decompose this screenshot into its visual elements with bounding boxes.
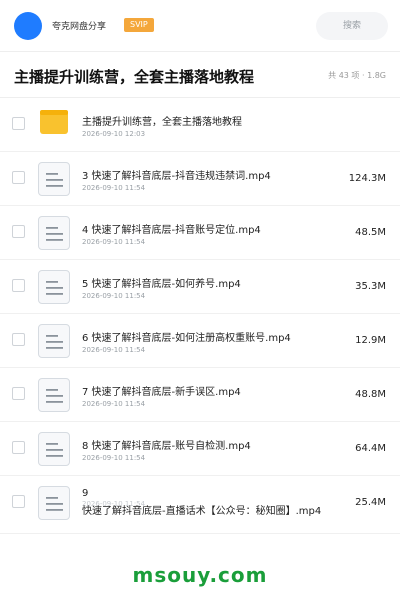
file-date: 2026-09-10 11:54 <box>82 184 146 192</box>
file-date: 2026-09-10 11:54 <box>82 454 146 462</box>
row-checkbox[interactable] <box>12 279 25 292</box>
file-name: 6 快速了解抖音底层-如何注册高权重账号.mp4 <box>82 333 291 344</box>
file-date: 2026-09-10 11:54 <box>82 400 146 408</box>
row-checkbox[interactable] <box>12 171 25 184</box>
avatar[interactable] <box>14 12 42 40</box>
list-item[interactable]: 6 快速了解抖音底层-如何注册高权重账号.mp4 2026-09-10 11:5… <box>0 314 400 368</box>
file-icon <box>38 378 70 412</box>
list-item-folder[interactable]: 主播提升训练营，全套主播落地教程 2026-09-10 12:03 <box>0 98 400 152</box>
file-name: 3 快速了解抖音底层-抖音违规违禁词.mp4 <box>82 171 271 182</box>
file-icon <box>38 162 70 196</box>
list-item[interactable]: 3 快速了解抖音底层-抖音违规违禁词.mp4 2026-09-10 11:54 … <box>0 152 400 206</box>
page-title: 主播提升训练营，全套主播落地教程 <box>14 68 255 86</box>
row-checkbox[interactable] <box>12 495 25 508</box>
row-checkbox[interactable] <box>12 225 25 238</box>
row-checkbox[interactable] <box>12 117 25 130</box>
file-size: 12.9M <box>355 335 386 346</box>
search-input[interactable]: 搜索 <box>316 12 388 40</box>
file-icon <box>38 324 70 358</box>
share-title-bar: 主播提升训练营，全套主播落地教程 共 43 项 · 1.8G <box>0 52 400 98</box>
file-name: 8 快速了解抖音底层-账号自检测.mp4 <box>82 441 251 452</box>
list-item[interactable]: 8 快速了解抖音底层-账号自检测.mp4 2026-09-10 11:54 64… <box>0 422 400 476</box>
file-size: 48.5M <box>355 227 386 238</box>
file-size: 25.4M <box>355 497 386 508</box>
row-checkbox[interactable] <box>12 333 25 346</box>
watermark-text: msouy.com <box>132 563 268 587</box>
file-icon <box>38 216 70 250</box>
file-date: 2026-09-10 11:54 <box>82 238 146 246</box>
file-name: 4 快速了解抖音底层-抖音账号定位.mp4 <box>82 225 261 236</box>
file-size: 35.3M <box>355 281 386 292</box>
file-name: 快速了解抖音底层-直播话术【公众号：秘知圈】.mp4 <box>82 506 322 517</box>
svip-badge: SVIP <box>124 18 154 32</box>
folder-icon <box>40 110 68 134</box>
list-item[interactable]: 5 快速了解抖音底层-如何养号.mp4 2026-09-10 11:54 35.… <box>0 260 400 314</box>
file-size: 64.4M <box>355 443 386 454</box>
file-date: 2026-09-10 12:03 <box>82 130 146 138</box>
file-size: 124.3M <box>348 173 386 184</box>
app-header: 夸克网盘分享 SVIP 搜索 <box>0 0 400 52</box>
file-date: 2026-09-10 11:54 <box>82 346 146 354</box>
file-icon <box>38 270 70 304</box>
file-size: 48.8M <box>355 389 386 400</box>
file-date: 2026-09-10 11:54 <box>82 292 146 300</box>
brand-name: 夸克网盘分享 <box>52 22 107 32</box>
file-icon <box>38 432 70 466</box>
list-item[interactable]: 2026-09-10 11:54 9 快速了解抖音底层-直播话术【公众号：秘知圈… <box>0 476 400 534</box>
row-checkbox[interactable] <box>12 387 25 400</box>
list-item[interactable]: 4 快速了解抖音底层-抖音账号定位.mp4 2026-09-10 11:54 4… <box>0 206 400 260</box>
file-name: 7 快速了解抖音底层-新手误区.mp4 <box>82 387 241 398</box>
share-summary: 共 43 项 · 1.8G <box>328 71 386 80</box>
file-list: 主播提升训练营，全套主播落地教程 2026-09-10 12:03 3 快速了解… <box>0 98 400 534</box>
file-number: 9 <box>82 488 89 499</box>
file-name: 主播提升训练营，全套主播落地教程 <box>82 117 242 128</box>
file-icon <box>38 486 70 520</box>
row-checkbox[interactable] <box>12 441 25 454</box>
file-name: 5 快速了解抖音底层-如何养号.mp4 <box>82 279 241 290</box>
list-item[interactable]: 7 快速了解抖音底层-新手误区.mp4 2026-09-10 11:54 48.… <box>0 368 400 422</box>
